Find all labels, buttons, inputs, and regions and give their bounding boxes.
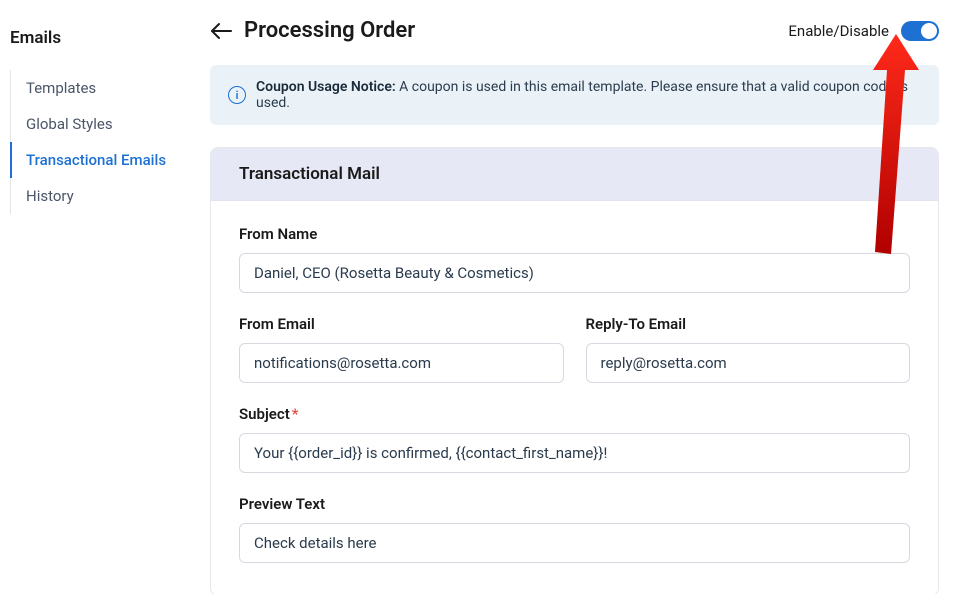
preview-text-label: Preview Text [239,495,910,513]
from-email-group: From Email [239,315,564,383]
reply-to-group: Reply-To Email [586,315,911,383]
sidebar-item-label: Templates [26,79,96,97]
required-asterisk: * [292,405,299,423]
sidebar-title: Emails [10,28,200,48]
card-body: From Name From Email Reply-To Email [211,201,938,594]
sidebar-item-label: Global Styles [26,115,113,133]
subject-group: Subject* [239,405,910,473]
transactional-mail-card: Transactional Mail From Name From Email … [210,147,939,594]
card-header: Transactional Mail [211,148,938,201]
header-right: Enable/Disable [788,21,939,41]
preview-text-input[interactable] [239,523,910,563]
subject-input[interactable] [239,433,910,473]
back-arrow-icon[interactable] [210,20,232,42]
page-title: Processing Order [244,18,415,43]
sidebar-nav: Templates Global Styles Transactional Em… [10,70,200,214]
sidebar-item-transactional-emails[interactable]: Transactional Emails [10,142,200,178]
enable-disable-toggle[interactable] [901,21,939,41]
info-icon: i [228,86,246,104]
sidebar-item-global-styles[interactable]: Global Styles [10,106,200,142]
from-email-label: From Email [239,315,564,333]
from-email-input[interactable] [239,343,564,383]
notice-bold: Coupon Usage Notice: [256,79,396,95]
preview-text-group: Preview Text [239,495,910,563]
reply-to-input[interactable] [586,343,911,383]
main-content: Processing Order Enable/Disable i Coupon… [200,0,953,594]
sidebar-item-label: History [26,187,74,205]
sidebar-item-templates[interactable]: Templates [10,70,200,106]
from-name-input[interactable] [239,253,910,293]
subject-label: Subject* [239,405,910,423]
header-left: Processing Order [210,18,415,43]
from-name-group: From Name [239,225,910,293]
sidebar-item-history[interactable]: History [10,178,200,214]
subject-label-text: Subject [239,405,290,423]
sidebar: Emails Templates Global Styles Transacti… [0,0,200,594]
toggle-label: Enable/Disable [788,22,889,40]
from-name-label: From Name [239,225,910,243]
sidebar-item-label: Transactional Emails [26,151,166,169]
page-header: Processing Order Enable/Disable [210,18,939,43]
notice-text: Coupon Usage Notice: A coupon is used in… [256,79,921,111]
reply-to-label: Reply-To Email [586,315,911,333]
coupon-notice: i Coupon Usage Notice: A coupon is used … [210,65,939,125]
